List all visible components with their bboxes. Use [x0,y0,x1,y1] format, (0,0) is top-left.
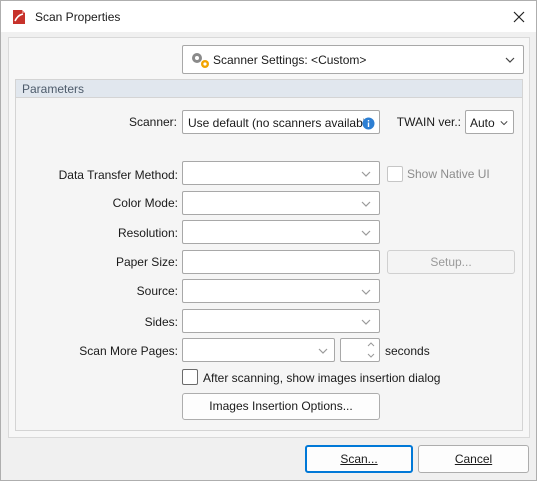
chevron-down-icon [318,348,328,354]
scan-delay-stepper[interactable] [340,338,380,362]
title-bar: Scan Properties [1,1,536,32]
scan-more-pages-label: Scan More Pages: [79,344,178,358]
color-mode-label: Color Mode: [112,196,178,210]
scan-properties-dialog: Scan Properties Scanner Settings: <Custo… [0,0,537,481]
cancel-button[interactable]: Cancel [418,445,529,473]
chevron-down-icon [505,57,515,63]
twain-version-label: TWAIN ver.: [396,115,461,129]
chevron-down-icon [361,230,371,236]
chevron-down-icon[interactable] [367,353,375,358]
setup-label: Setup... [430,255,472,269]
scan-label: Scan... [340,452,378,466]
paper-size-label: Paper Size: [115,255,178,269]
sides-label: Sides: [144,315,178,329]
gears-icon [192,53,209,68]
paper-size-field[interactable] [182,250,380,274]
chevron-down-icon [361,171,371,177]
chevron-down-icon [361,289,371,295]
scan-button[interactable]: Scan... [305,445,413,473]
dialog-title: Scan Properties [35,10,121,24]
setup-button[interactable]: Setup... [387,250,515,274]
scanner-label: Scanner: [128,115,177,129]
scan-more-pages-dropdown[interactable] [182,338,335,362]
cancel-label: Cancel [454,452,493,466]
show-native-ui-checkbox[interactable] [387,166,403,182]
chevron-down-icon [361,319,371,325]
resolution-dropdown[interactable] [182,220,380,244]
color-mode-dropdown[interactable] [182,191,380,215]
app-icon [13,10,25,24]
source-label: Source: [136,284,178,298]
scanner-settings-dropdown[interactable]: Scanner Settings: <Custom> [182,45,524,74]
seconds-label: seconds [385,344,430,358]
data-transfer-method-dropdown[interactable] [182,161,380,185]
chevron-up-icon[interactable] [367,342,375,347]
parameters-header: Parameters [16,80,522,98]
source-dropdown[interactable] [182,279,380,303]
show-native-ui-label: Show Native UI [407,167,490,181]
data-transfer-method-label: Data Transfer Method: [58,168,178,182]
twain-version-dropdown[interactable]: Auto [465,110,514,134]
images-insertion-options-label: Images Insertion Options... [209,399,353,413]
twain-version-value: Auto [470,116,495,130]
sides-dropdown[interactable] [182,309,380,333]
after-scanning-label: After scanning, show images insertion di… [203,371,441,385]
parameters-title: Parameters [22,82,85,96]
scanner-settings-label: Scanner Settings: <Custom> [213,53,367,67]
close-button[interactable] [508,6,530,28]
chevron-down-icon [361,201,371,207]
close-icon [513,11,525,23]
resolution-label: Resolution: [117,226,178,240]
images-insertion-options-button[interactable]: Images Insertion Options... [182,393,380,420]
chevron-down-icon [500,121,508,126]
after-scanning-checkbox[interactable] [182,369,198,385]
